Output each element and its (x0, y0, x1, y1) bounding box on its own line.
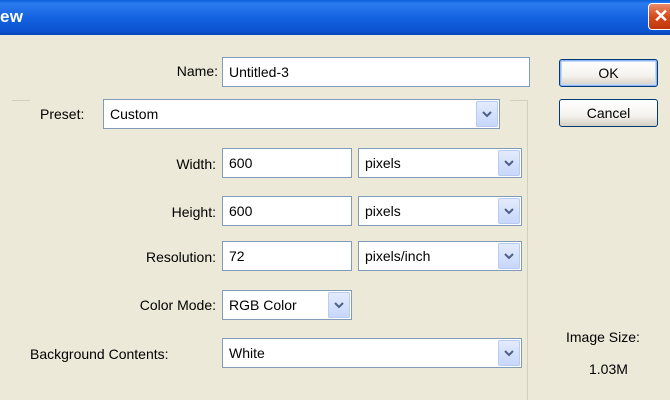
chevron-down-icon[interactable] (498, 150, 520, 176)
color-mode-value: RGB Color (229, 297, 297, 313)
chevron-down-icon[interactable] (498, 243, 520, 269)
image-size-value: 1.03M (589, 361, 628, 377)
width-field[interactable]: 600 (222, 148, 352, 178)
title-bar[interactable]: ew ✕ (0, 0, 670, 35)
width-unit-value: pixels (365, 155, 401, 171)
color-mode-select[interactable]: RGB Color (222, 290, 352, 320)
name-label: Name: (176, 63, 218, 79)
cancel-button[interactable]: Cancel (559, 99, 658, 127)
chevron-down-icon[interactable] (328, 292, 350, 318)
name-field[interactable]: Untitled-3 (222, 57, 530, 87)
height-unit-value: pixels (365, 203, 401, 219)
new-document-dialog: Name: Untitled-3 Preset: Custom Width: 6… (0, 35, 670, 400)
preset-select[interactable]: Custom (103, 99, 500, 129)
width-unit-select[interactable]: pixels (358, 148, 522, 178)
group-border-top-left (12, 100, 30, 101)
height-field[interactable]: 600 (222, 196, 352, 226)
color-mode-label: Color Mode: (139, 297, 216, 313)
preset-label: Preset: (40, 106, 85, 122)
group-border-right (527, 100, 528, 400)
background-contents-value: White (229, 345, 265, 361)
width-label: Width: (176, 156, 216, 172)
resolution-field[interactable]: 72 (222, 241, 352, 271)
chevron-down-icon[interactable] (476, 101, 498, 127)
resolution-label: Resolution: (145, 249, 216, 265)
resolution-unit-value: pixels/inch (365, 248, 431, 264)
height-unit-select[interactable]: pixels (358, 196, 522, 226)
close-icon: ✕ (653, 6, 669, 26)
close-button[interactable]: ✕ (648, 3, 670, 30)
background-contents-label: Background Contents: (30, 346, 169, 362)
preset-value: Custom (110, 106, 159, 122)
window-title: ew (0, 7, 24, 26)
chevron-down-icon[interactable] (498, 340, 520, 366)
image-size-label: Image Size: (566, 329, 640, 345)
height-label: Height: (171, 204, 216, 220)
chevron-down-icon[interactable] (498, 198, 520, 224)
resolution-unit-select[interactable]: pixels/inch (358, 241, 522, 271)
ok-button[interactable]: OK (559, 59, 658, 87)
group-border-top-right (510, 100, 528, 101)
background-contents-select[interactable]: White (222, 338, 522, 368)
